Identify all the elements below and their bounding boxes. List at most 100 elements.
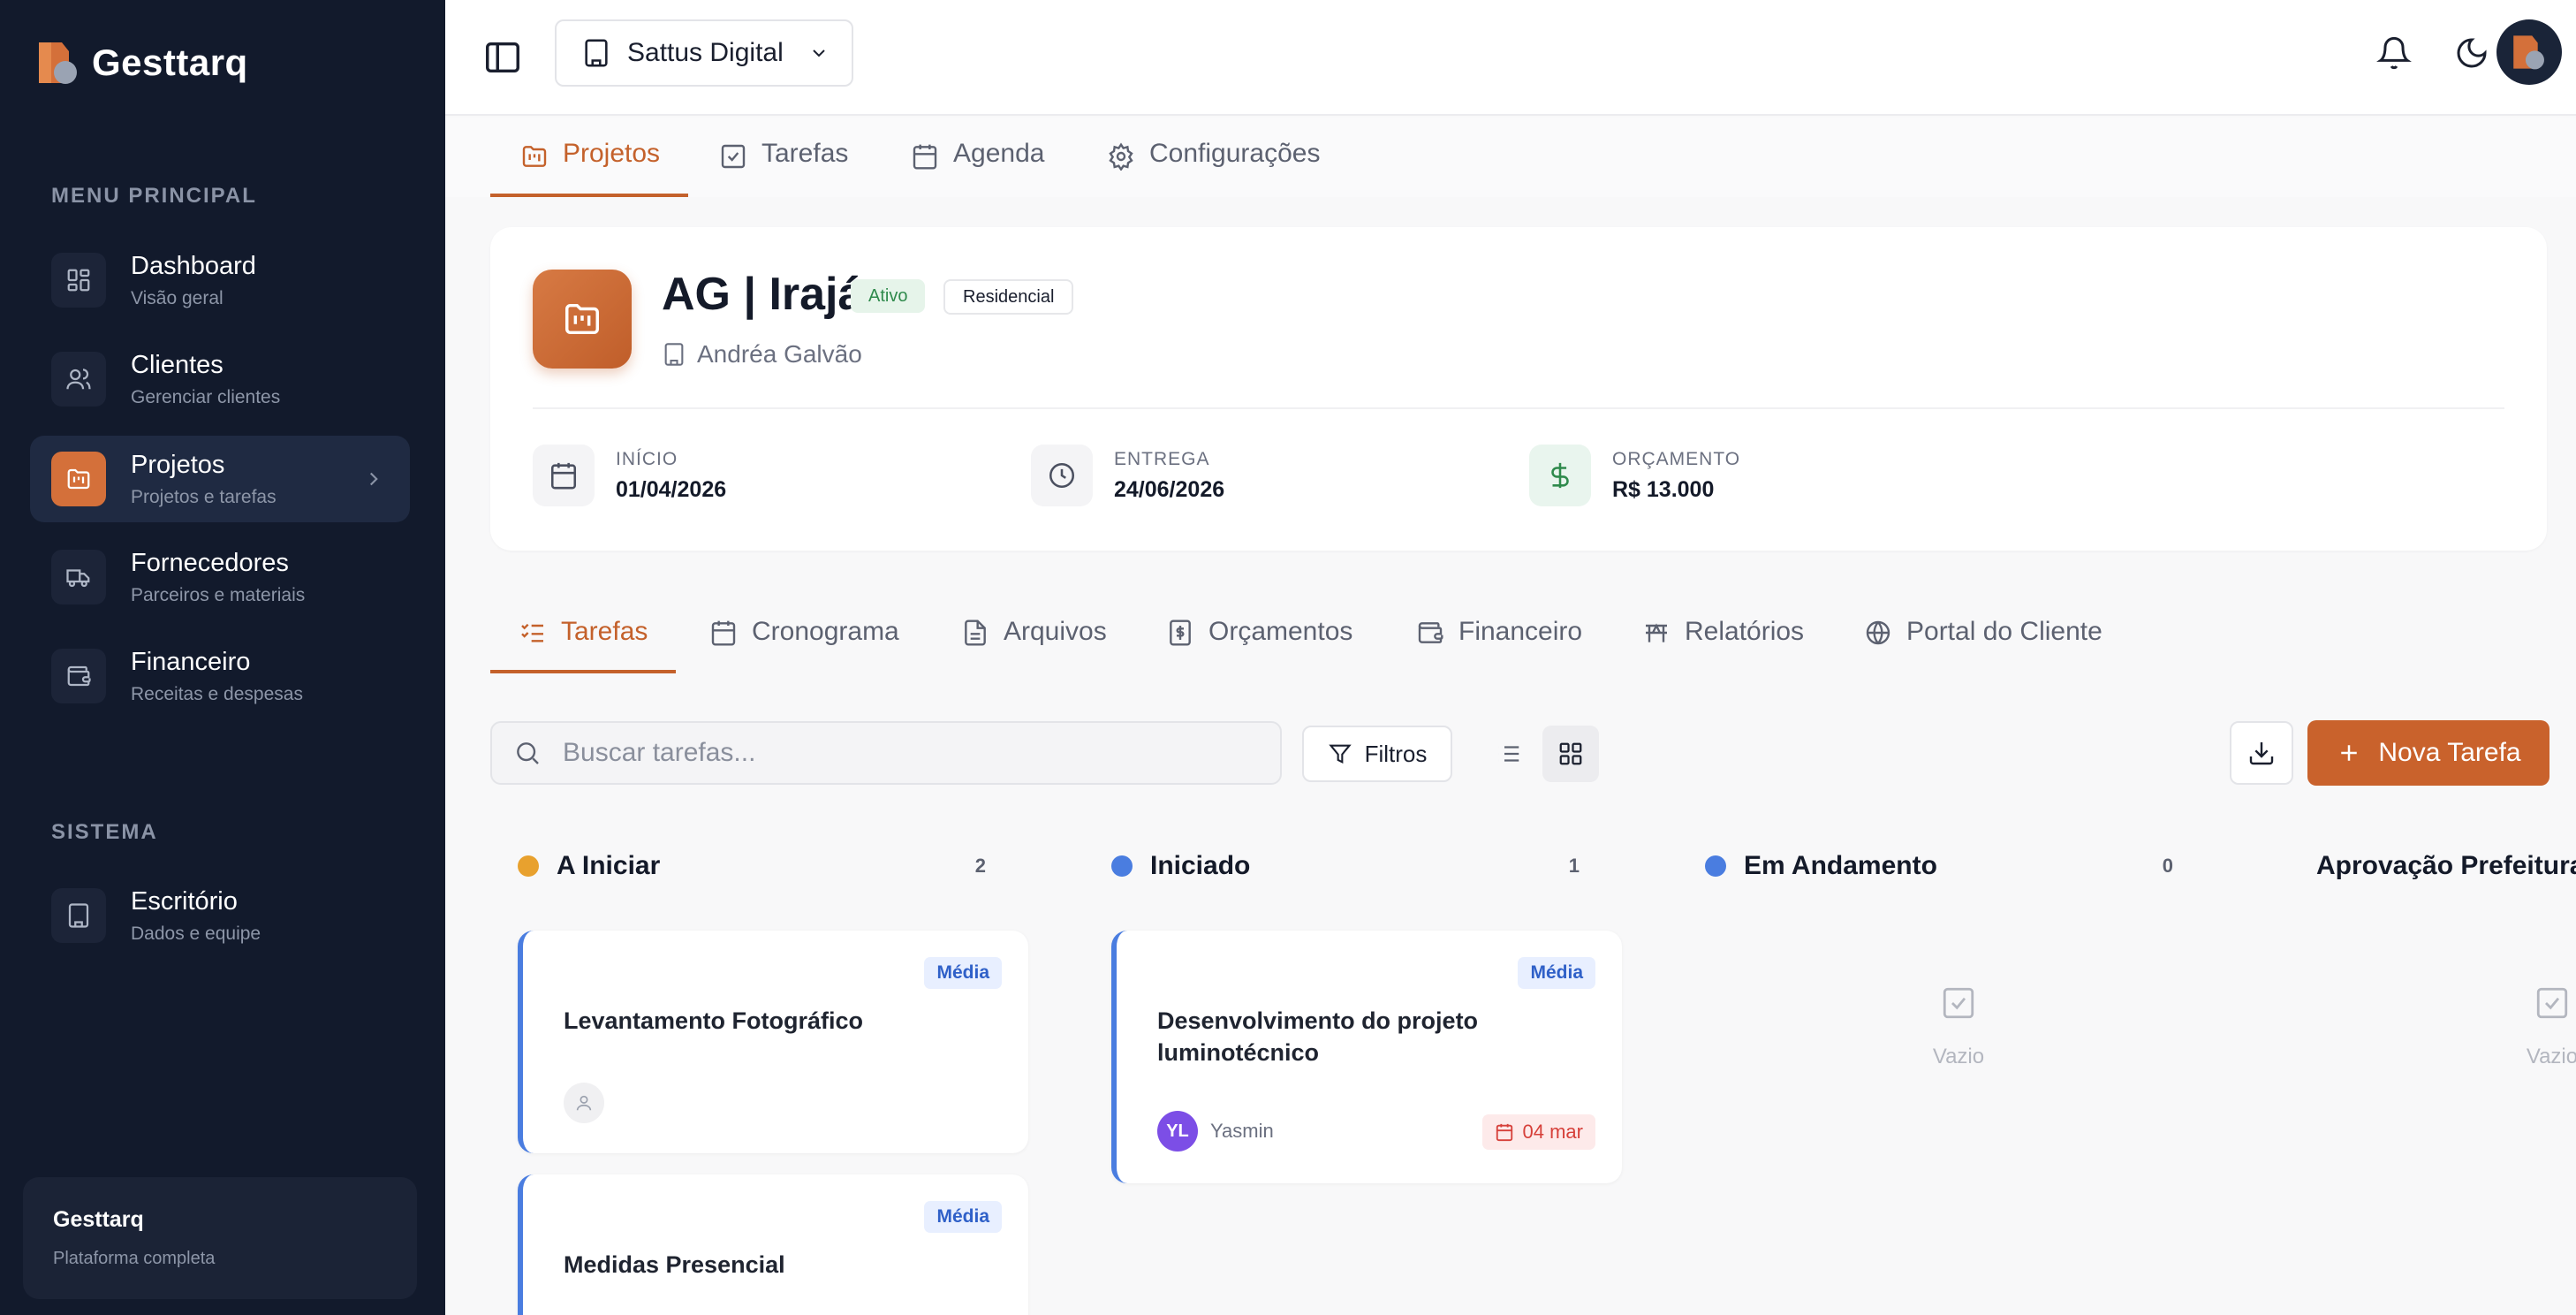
task-card[interactable]: Média Desenvolvimento do projeto luminot… (1111, 931, 1622, 1183)
column-header-aprovacao-prefeitura: Aprovação Prefeitura (2272, 848, 2576, 884)
search-icon (513, 739, 542, 767)
folder-kanban-icon (562, 299, 602, 339)
search-input[interactable] (563, 738, 1234, 768)
filters-label: Filtros (1364, 740, 1428, 767)
filters-button[interactable]: Filtros (1302, 726, 1452, 782)
list-view-button[interactable] (1481, 726, 1537, 782)
logo-icon (35, 39, 81, 87)
footer-title: Gesttarq (53, 1207, 144, 1232)
column-header-a-iniciar: A Iniciar 2 (491, 848, 1004, 884)
sidebar-item-projetos[interactable]: Projetos Projetos e tarefas (30, 436, 410, 522)
tab-label: Relatórios (1685, 617, 1805, 646)
column-title: Iniciado (1150, 851, 1251, 880)
folder-kanban-icon (65, 466, 92, 492)
bell-icon[interactable] (2376, 35, 2412, 71)
download-button[interactable] (2230, 721, 2293, 785)
organization-select[interactable]: Sattus Digital (555, 19, 853, 87)
sidebar-item-clientes[interactable]: Clientes Gerenciar clientes (30, 336, 410, 422)
type-badge: Residencial (943, 279, 1074, 315)
tab-financeiro[interactable]: Financeiro (1416, 617, 1582, 673)
sidebar-item-sub: Parceiros e materiais (131, 584, 306, 605)
meta-value: R$ 13.000 (1612, 476, 1715, 502)
empty-text: Vazio (2526, 1045, 2576, 1068)
column-count: 1 (1568, 855, 1580, 877)
tab-label: Configurações (1149, 139, 1321, 168)
sidebar-item-dashboard[interactable]: Dashboard Visão geral (30, 237, 410, 323)
tab-tarefas-projeto[interactable]: Tarefas (490, 617, 677, 673)
tab-configuracoes[interactable]: Configurações (1107, 139, 1320, 197)
chevron-down-icon (808, 42, 830, 64)
clock-icon (1047, 460, 1077, 490)
new-task-label: Nova Tarefa (2378, 738, 2521, 767)
folder-kanban-icon (520, 142, 549, 171)
sidebar-item-escritorio[interactable]: Escritório Dados e equipe (30, 872, 410, 959)
sidebar-item-label: Escritório (131, 886, 238, 916)
unassigned-avatar[interactable] (564, 1083, 604, 1123)
meta-value: 01/04/2026 (616, 476, 727, 502)
brand-logo[interactable]: Gesttarq (35, 39, 248, 87)
project-client: Andréa Galvão (662, 340, 862, 369)
task-card[interactable]: Média Medidas Presencial (518, 1174, 1028, 1315)
empty-text: Vazio (1932, 1045, 1985, 1068)
client-name: Andréa Galvão (697, 340, 862, 368)
grid-icon (1557, 741, 1584, 767)
sidebar-item-sub: Receitas e despesas (131, 683, 303, 704)
meta-label: ENTREGA (1114, 448, 1210, 469)
checkbox-icon (719, 142, 747, 171)
sidebar-item-label: Projetos (131, 450, 225, 479)
sidebar-item-sub: Visão geral (131, 287, 224, 308)
tab-arquivos[interactable]: Arquivos (961, 617, 1107, 673)
priority-badge: Média (924, 957, 1002, 989)
checkbox-icon (1940, 984, 1977, 1022)
sidebar-toggle-icon[interactable] (481, 37, 525, 78)
column-title: Em Andamento (1744, 851, 1937, 880)
tab-orcamentos[interactable]: Orçamentos (1166, 617, 1352, 673)
task-title: Medidas Presencial (564, 1251, 785, 1278)
sidebar-item-label: Fornecedores (131, 548, 289, 577)
tab-label: Projetos (563, 139, 661, 168)
task-card[interactable]: Média Levantamento Fotográfico (518, 931, 1028, 1153)
divider (533, 407, 2504, 409)
meta-label: INÍCIO (616, 448, 678, 469)
filter-icon (1328, 741, 1352, 766)
wallet-icon (65, 663, 92, 689)
wallet-icon (1416, 619, 1444, 647)
organization-name: Sattus Digital (627, 38, 784, 67)
tab-agenda[interactable]: Agenda (911, 139, 1044, 197)
search-box (490, 721, 1282, 785)
column-header-em-andamento: Em Andamento 0 (1678, 848, 2191, 884)
building-icon (662, 342, 686, 367)
moon-icon[interactable] (2454, 35, 2489, 71)
assignee[interactable]: YL Yasmin (1157, 1111, 1274, 1152)
assignee-name: Yasmin (1210, 1120, 1274, 1142)
sidebar-item-financeiro[interactable]: Financeiro Receitas e despesas (30, 633, 410, 719)
priority-badge: Média (924, 1201, 1002, 1233)
system-section-label: SISTEMA (51, 820, 158, 844)
tab-label: Arquivos (1004, 617, 1107, 646)
delivery-date-meta: ENTREGA 24/06/2026 (1031, 445, 1224, 506)
new-task-button[interactable]: Nova Tarefa (2307, 720, 2549, 786)
sidebar-item-fornecedores[interactable]: Fornecedores Parceiros e materiais (30, 534, 410, 620)
user-avatar[interactable] (2496, 19, 2562, 85)
task-title: Desenvolvimento do projeto luminotécnico (1157, 1007, 1479, 1066)
sidebar-item-sub: Dados e equipe (131, 923, 261, 944)
gear-icon (1107, 142, 1135, 171)
tab-tarefas[interactable]: Tarefas (719, 139, 848, 197)
file-icon (961, 619, 989, 647)
grid-view-button[interactable] (1542, 726, 1599, 782)
calendar-icon (549, 460, 579, 490)
sidebar-item-label: Clientes (131, 350, 224, 379)
tab-label: Tarefas (561, 617, 648, 646)
truck-icon (65, 564, 92, 590)
avatar: YL (1157, 1111, 1198, 1152)
tab-cronograma[interactable]: Cronograma (709, 617, 899, 673)
tab-portal-cliente[interactable]: Portal do Cliente (1864, 617, 2102, 673)
calendar-icon (709, 619, 738, 647)
tab-relatorios[interactable]: Relatórios (1642, 617, 1804, 673)
tab-label: Portal do Cliente (1906, 617, 2102, 646)
tab-projetos[interactable]: Projetos (490, 139, 689, 197)
column-title: Aprovação Prefeitura (2316, 851, 2576, 880)
dollar-icon (1545, 460, 1575, 490)
sidebar-item-label: Financeiro (131, 647, 251, 676)
column-count: 0 (2162, 855, 2173, 877)
